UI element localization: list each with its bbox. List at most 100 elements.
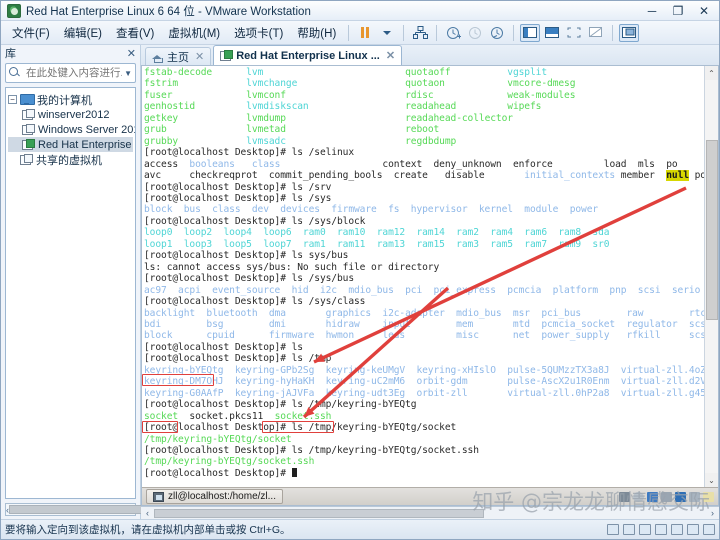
full-screen-icon[interactable]: [564, 24, 584, 42]
terminal-text: [root@localhost Desktop]# ls /sys/bus: [144, 273, 354, 284]
shared-vms-icon: [20, 154, 32, 165]
network-icon[interactable]: [639, 524, 651, 535]
tree-item-my-computer[interactable]: − 我的计算机: [8, 92, 133, 107]
menu-file[interactable]: 文件(F): [5, 23, 57, 43]
show-thumbnails-icon[interactable]: [542, 24, 562, 42]
sound-icon[interactable]: [671, 524, 683, 535]
unity-mode-icon[interactable]: [586, 24, 606, 42]
display-icon[interactable]: [689, 492, 700, 502]
terminal-line: [root@localhost Desktop]# ls /sys/bus: [144, 273, 704, 284]
terminal-text: [root@localhost Desktop]# ls /sys: [144, 193, 331, 204]
menu-help[interactable]: 帮助(H): [290, 23, 343, 43]
close-icon[interactable]: ✕: [195, 50, 204, 63]
terminal-text: access: [144, 159, 189, 170]
manage-snapshots-icon[interactable]: [487, 24, 507, 42]
terminal-text: /tmp/keyring-bYEQtg/socket.ssh: [144, 456, 314, 467]
maximize-button[interactable]: ❐: [665, 2, 691, 20]
tree-item-shared-vms[interactable]: 共享的虚拟机: [8, 152, 133, 167]
revert-snapshot-icon[interactable]: [465, 24, 485, 42]
scroll-track[interactable]: [705, 80, 719, 473]
tab-label: Red Hat Enterprise Linux ...: [236, 50, 380, 62]
expander-icon[interactable]: −: [8, 95, 17, 104]
snapshot-manager-icon[interactable]: [410, 24, 430, 42]
terminal-text: socket: [144, 411, 178, 422]
close-button[interactable]: ✕: [691, 2, 717, 20]
terminal-output[interactable]: fstab-decode lvm quotaoff vgsplitfstrim …: [142, 66, 704, 487]
vm-running-icon: [22, 139, 34, 150]
terminal-text: [root@localhost Desktop]# ls /srv: [144, 182, 331, 193]
volume-icon[interactable]: [675, 492, 686, 502]
scroll-thumb[interactable]: [9, 505, 149, 514]
library-search[interactable]: ▼: [5, 63, 136, 83]
library-hscrollbar[interactable]: ‹ ›: [5, 503, 136, 516]
guest-taskbar: zll@localhost:/home/zl...: [142, 487, 718, 505]
my-computer-icon: [20, 94, 33, 105]
tab-red-hat-enterprise-linux[interactable]: Red Hat Enterprise Linux ... ✕: [213, 45, 402, 65]
scroll-down-icon[interactable]: ⌄: [705, 473, 719, 487]
terminal-text: grubby: [144, 136, 246, 147]
vmware-icon: [7, 4, 21, 18]
scroll-up-icon[interactable]: ⌃: [705, 66, 719, 80]
terminal-line: [root@localhost Desktop]# ls sys/bus: [144, 250, 704, 261]
tree-item-label: Red Hat Enterprise L: [38, 139, 136, 151]
pause-icon[interactable]: [355, 24, 375, 42]
terminal-line: bdi bsg dmi hidraw input mem mtd pcmcia_…: [144, 319, 704, 330]
terminal-text: quotaon: [405, 78, 507, 89]
close-icon[interactable]: ✕: [386, 49, 395, 62]
terminal-text: wipefs: [507, 101, 541, 112]
terminal-line: [root@localhost Desktop]# ls /sys: [144, 193, 704, 204]
usb-icon[interactable]: [703, 524, 715, 535]
printer-icon[interactable]: [661, 492, 672, 502]
terminal-line: socket socket.pkcs11 socket.ssh: [144, 411, 704, 422]
cd-icon[interactable]: [623, 524, 635, 535]
update-icon[interactable]: [647, 492, 658, 502]
take-snapshot-icon[interactable]: [443, 24, 463, 42]
console-view-icon[interactable]: [619, 24, 639, 42]
clock-icon[interactable]: [633, 492, 644, 502]
taskbar-window-button[interactable]: zll@localhost:/home/zl...: [146, 489, 283, 504]
show-library-icon[interactable]: [520, 24, 540, 42]
close-icon[interactable]: ✕: [127, 47, 136, 60]
status-device-icons: [607, 524, 719, 535]
expander-placeholder-icon: [8, 155, 17, 164]
notes-icon[interactable]: [703, 492, 714, 502]
terminal-line: keyring-G0AAfP keyring-jAJVFa keyring-ud…: [144, 388, 704, 399]
chevron-down-icon[interactable]: ▼: [124, 69, 132, 78]
toolbar-separator: [513, 25, 514, 41]
vm-tree[interactable]: − 我的计算机 winserver2012 Windows Server 201…: [5, 87, 136, 499]
menu-edit[interactable]: 编辑(E): [57, 23, 109, 43]
tab-home[interactable]: 主页 ✕: [145, 47, 211, 65]
window-controls: ─ ❐ ✕: [639, 2, 717, 20]
dropdown-caret-icon[interactable]: [377, 24, 397, 42]
scroll-left-icon[interactable]: ‹: [141, 508, 154, 518]
terminal-text: [348, 78, 405, 89]
terminal-line: grub lvmetad reboot: [144, 124, 704, 135]
display-icon[interactable]: [687, 524, 699, 535]
terminal-text: [root@localhost Desktop]# ls sys/bus: [144, 250, 348, 261]
minimize-button[interactable]: ─: [639, 2, 665, 20]
scroll-thumb[interactable]: [154, 509, 484, 518]
home-icon: [152, 52, 163, 62]
search-input[interactable]: [24, 66, 124, 80]
hdd-icon[interactable]: [607, 524, 619, 535]
tree-item-windows-server-201[interactable]: Windows Server 201: [8, 122, 133, 137]
tree-item-winserver2012[interactable]: winserver2012: [8, 107, 133, 122]
terminal-vscrollbar[interactable]: ⌃ ⌄: [704, 66, 718, 487]
terminal-line: [root@localhost Desktop]#: [144, 468, 704, 479]
printer-icon[interactable]: [655, 524, 667, 535]
menu-view[interactable]: 查看(V): [109, 23, 161, 43]
scroll-right-icon[interactable]: ›: [706, 508, 719, 518]
terminal-area[interactable]: fstab-decode lvm quotaoff vgsplitfstrim …: [142, 66, 718, 487]
menu-tabs[interactable]: 选项卡(T): [227, 23, 290, 43]
tree-item-red-hat-enterprise-linux[interactable]: Red Hat Enterprise L: [8, 137, 133, 152]
vm-console[interactable]: fstab-decode lvm quotaoff vgsplitfstrim …: [141, 65, 719, 506]
terminal-text: member: [615, 170, 666, 181]
menu-vm[interactable]: 虚拟机(M): [161, 23, 227, 43]
search-icon: [9, 67, 21, 79]
console-hscrollbar[interactable]: ‹ ›: [141, 506, 719, 519]
terminal-line: [root@localhost Desktop]# ls /selinux: [144, 147, 704, 158]
network-icon[interactable]: [619, 492, 630, 502]
terminal-text: [348, 113, 405, 124]
scroll-thumb[interactable]: [706, 140, 718, 320]
taskbar-window-label: zll@localhost:/home/zl...: [168, 491, 276, 502]
